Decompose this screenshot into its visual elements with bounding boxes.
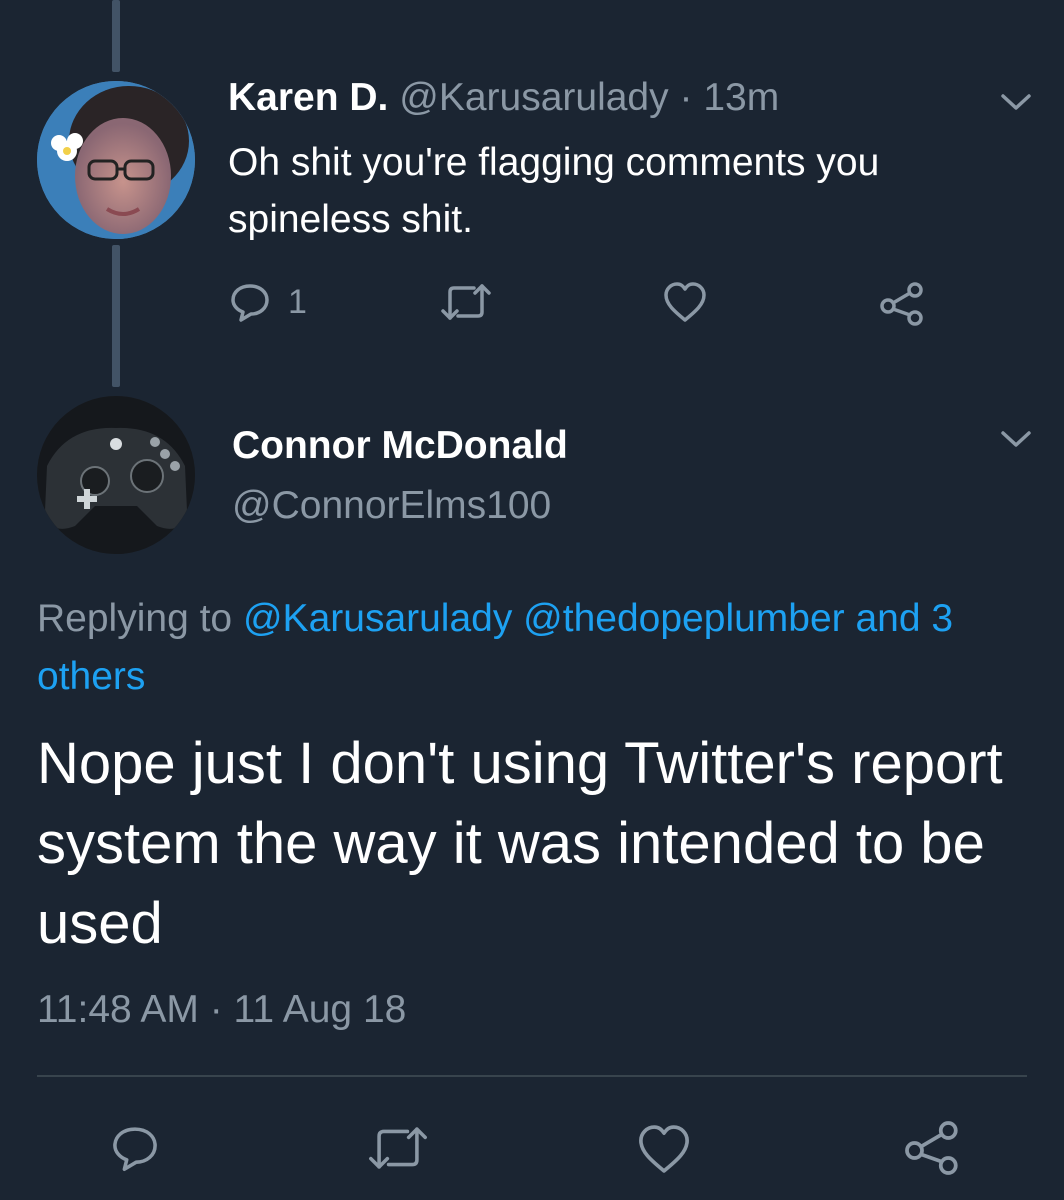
reply-display-name[interactable]: Karen D.: [228, 76, 388, 119]
retweet-action-button[interactable]: [440, 280, 492, 324]
replying-prefix: Replying to: [37, 597, 233, 640]
reply-tweet-text: Oh shit you're flagging comments you spi…: [228, 141, 880, 241]
share-icon: [905, 1121, 958, 1175]
main-like-action-button[interactable]: [636, 1122, 692, 1176]
retweet-icon: [441, 284, 491, 320]
divider: [37, 1075, 1027, 1077]
chevron-down-icon[interactable]: [999, 91, 1033, 113]
speech-bubble-icon: [231, 284, 269, 322]
main-tweet-text: Nope just I don't using Twitter's report…: [37, 731, 1003, 956]
main-reply-action-button[interactable]: [108, 1122, 162, 1174]
share-icon: [880, 282, 923, 326]
reply-action-button[interactable]: 1: [228, 280, 307, 324]
tweet-thread-screen: Karen D. @Karusarulady · 13m Oh shit you…: [0, 0, 1064, 1200]
reply-separator: ·: [679, 76, 693, 119]
heart-icon: [664, 282, 706, 322]
heart-icon: [639, 1125, 689, 1173]
reply-handle[interactable]: @Karusarulady: [399, 76, 668, 119]
reply-count: 1: [288, 282, 307, 321]
avatar-karen[interactable]: [37, 81, 195, 239]
main-share-action-button[interactable]: [902, 1118, 962, 1178]
main-display-name[interactable]: Connor McDonald: [232, 424, 568, 468]
reply-tweet-header: Karen D. @Karusarulady · 13m: [228, 76, 779, 120]
thread-connector-line-bottom: [112, 245, 120, 387]
share-action-button[interactable]: [878, 280, 926, 328]
avatar-connor[interactable]: [37, 396, 195, 554]
thread-connector-line-top: [112, 0, 120, 72]
user-avatar-photo-icon: [37, 81, 195, 239]
reply-time-ago[interactable]: 13m: [703, 76, 779, 119]
main-tweet-timestamp: 11:48 AM · 11 Aug 18: [37, 988, 407, 1031]
speech-bubble-icon: [113, 1127, 157, 1172]
like-action-button[interactable]: [662, 280, 708, 324]
chevron-down-icon[interactable]: [999, 428, 1033, 450]
game-controller-avatar-photo-icon: [37, 396, 195, 554]
main-handle[interactable]: @ConnorElms100: [232, 484, 551, 528]
main-retweet-action-button[interactable]: [366, 1122, 430, 1174]
replying-to-line: Replying to @Karusarulady @thedopeplumbe…: [37, 590, 1037, 706]
retweet-icon: [369, 1127, 427, 1169]
